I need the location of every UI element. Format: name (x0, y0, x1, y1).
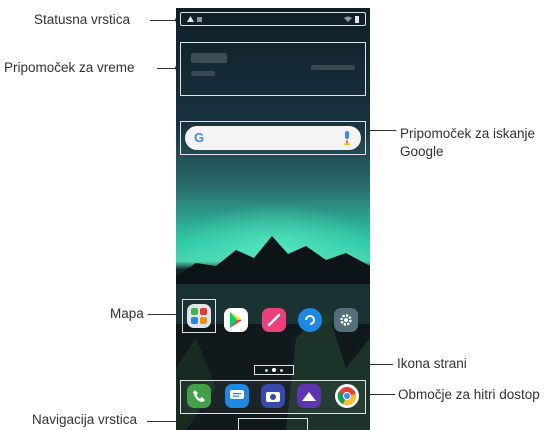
phone-app[interactable] (187, 384, 211, 408)
quick-access-dock (180, 380, 366, 414)
play-store-app[interactable] (224, 308, 248, 332)
leader-quick-access (368, 394, 395, 395)
status-bar (180, 12, 366, 26)
google-logo-icon: G (194, 130, 205, 145)
phone-screen: G (176, 8, 370, 430)
battery-icon (355, 15, 359, 23)
page-dot (265, 368, 268, 372)
label-status-bar: Statusna vrstica (34, 12, 131, 27)
folder-app[interactable] (187, 304, 211, 328)
weather-location-placeholder (311, 65, 355, 70)
mountain-icon (302, 392, 316, 401)
swirl-icon (305, 315, 315, 325)
leader-search (368, 130, 396, 131)
mic-icon[interactable] (343, 131, 351, 145)
weather-widget[interactable] (180, 42, 366, 96)
notification-icon (197, 17, 202, 22)
page-dot (280, 368, 283, 372)
chrome-app[interactable] (335, 384, 359, 408)
folder-icon (191, 308, 207, 324)
notes-app[interactable] (262, 308, 286, 332)
gallery-app[interactable] (297, 384, 321, 408)
camera-app[interactable] (261, 384, 285, 408)
google-search-widget[interactable]: G (180, 121, 366, 155)
settings-app[interactable] (334, 308, 358, 332)
weather-clock-placeholder (191, 53, 227, 76)
label-google-search-line1: Pripomoček za iskanje (400, 126, 536, 141)
message-icon (230, 390, 244, 399)
label-navigation-bar: Navigacija vrstica (32, 412, 138, 427)
warning-icon (187, 16, 194, 22)
label-quick-access: Območje za hitri dostop (398, 387, 540, 402)
chrome-icon (337, 387, 357, 405)
label-weather-widget: Pripomoček za vreme (4, 60, 135, 75)
home-page-dot (272, 368, 276, 372)
play-store-icon (230, 312, 242, 328)
swirl-app[interactable] (298, 308, 322, 332)
search-bar[interactable]: G (185, 126, 361, 150)
navigation-bar[interactable] (238, 418, 308, 430)
camera-icon (266, 392, 280, 402)
leader-status-bar (150, 20, 178, 21)
label-google-search-line2: Google (400, 144, 444, 159)
pen-icon (267, 313, 281, 327)
signal-icon (187, 16, 202, 22)
gear-icon (340, 314, 352, 326)
label-page-icon: Ikona strani (397, 356, 467, 371)
page-indicator[interactable] (254, 365, 294, 375)
messages-app[interactable] (225, 384, 249, 408)
phone-icon (193, 390, 205, 402)
label-google-search-widget: Pripomoček za iskanje Google (400, 125, 535, 161)
label-folder: Mapa (110, 306, 144, 321)
wifi-icon (344, 16, 352, 22)
